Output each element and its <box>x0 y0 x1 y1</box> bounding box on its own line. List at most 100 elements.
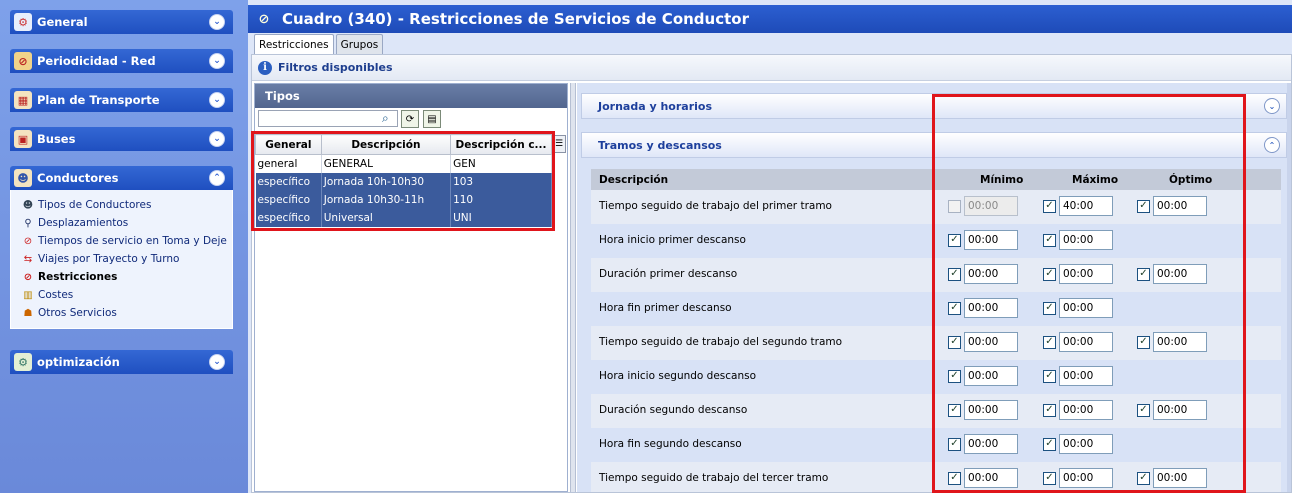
chevron-down-icon[interactable]: ⌄ <box>209 354 225 370</box>
min-time-input[interactable]: 00:00 <box>964 332 1018 352</box>
opt-checkbox[interactable]: ✓ <box>1137 403 1150 417</box>
nav-costes[interactable]: ▥ Costes <box>21 286 232 304</box>
driver-icon: ☻ <box>14 169 32 187</box>
max-cell: ✓ 00:00 <box>1043 468 1113 488</box>
min-cell: ✓ 00:00 <box>948 366 1018 386</box>
panel-conductores[interactable]: ☻ Conductores ⌃ ☻ Tipos de Conductores ⚲… <box>10 166 233 329</box>
min-checkbox[interactable]: ✓ <box>948 233 961 247</box>
min-checkbox[interactable] <box>948 199 961 213</box>
min-checkbox[interactable]: ✓ <box>948 403 961 417</box>
min-time-input[interactable]: 00:00 <box>964 434 1018 454</box>
chevron-up-icon[interactable]: ⌃ <box>1264 137 1280 153</box>
panel-general[interactable]: ⚙ General ⌄ <box>10 10 233 34</box>
max-checkbox[interactable]: ✓ <box>1043 199 1056 213</box>
max-time-input[interactable]: 00:00 <box>1059 264 1113 284</box>
section-tramos[interactable]: Tramos y descansos ⌃ <box>581 132 1287 158</box>
panel-header-plan[interactable]: ▦ Plan de Transporte ⌄ <box>10 88 233 112</box>
max-time-input[interactable]: 00:00 <box>1059 400 1113 420</box>
panel-header-conductores[interactable]: ☻ Conductores ⌃ <box>10 166 233 190</box>
min-checkbox[interactable]: ✓ <box>948 267 961 281</box>
opt-time-input[interactable]: 00:00 <box>1153 468 1207 488</box>
panel-buses[interactable]: ▣ Buses ⌄ <box>10 127 233 151</box>
tab-restricciones[interactable]: Restricciones <box>254 34 334 55</box>
max-checkbox[interactable]: ✓ <box>1043 369 1056 383</box>
splitter-handle[interactable] <box>570 83 576 492</box>
max-time-input[interactable]: 40:00 <box>1059 196 1113 216</box>
column-chooser-icon[interactable]: ☰ <box>552 135 566 153</box>
min-time-input[interactable]: 00:00 <box>964 400 1018 420</box>
panel-header-optimizacion[interactable]: ⚙ optimización ⌄ <box>10 350 233 374</box>
min-time-input[interactable]: 00:00 <box>964 230 1018 250</box>
panel-header-buses[interactable]: ▣ Buses ⌄ <box>10 127 233 151</box>
chevron-up-icon[interactable]: ⌃ <box>209 170 225 186</box>
opt-cell: ✓ 00:00 <box>1137 196 1207 216</box>
min-checkbox[interactable]: ✓ <box>948 301 961 315</box>
group-icon: ☗ <box>23 307 33 319</box>
filters-bar[interactable]: i Filtros disponibles <box>252 55 1291 81</box>
panel-header-general[interactable]: ⚙ General ⌄ <box>10 10 233 34</box>
walking-icon: ⚲ <box>24 217 32 229</box>
max-checkbox[interactable]: ✓ <box>1043 403 1056 417</box>
nav-desplazamientos[interactable]: ⚲ Desplazamientos <box>21 214 232 232</box>
max-time-input[interactable]: 00:00 <box>1059 298 1113 318</box>
table-row[interactable]: específico Universal UNI <box>255 208 552 227</box>
section-jornada[interactable]: Jornada y horarios ⌄ <box>581 93 1287 119</box>
filter-icon[interactable]: ⌕ <box>382 111 389 126</box>
max-checkbox[interactable]: ✓ <box>1043 471 1056 485</box>
chevron-down-icon[interactable]: ⌄ <box>1264 98 1280 114</box>
restriction-icon: ⊘ <box>23 271 33 283</box>
nav-tipos-conductores[interactable]: ☻ Tipos de Conductores <box>21 196 232 214</box>
chevron-down-icon[interactable]: ⌄ <box>209 131 225 147</box>
panel-header-periodicidad[interactable]: ⊘ Periodicidad - Red ⌄ <box>10 49 233 73</box>
min-checkbox[interactable]: ✓ <box>948 335 961 349</box>
min-checkbox[interactable]: ✓ <box>948 369 961 383</box>
refresh-icon[interactable]: ⟳ <box>401 110 419 128</box>
min-time-input[interactable]: 00:00 <box>964 298 1018 318</box>
opt-checkbox[interactable]: ✓ <box>1137 471 1150 485</box>
chevron-down-icon[interactable]: ⌄ <box>209 14 225 30</box>
table-row[interactable]: específico Jornada 10h-10h30 103 <box>255 172 552 191</box>
tab-grupos[interactable]: Grupos <box>335 34 384 54</box>
min-time-input[interactable]: 00:00 <box>964 468 1018 488</box>
opt-time-input[interactable]: 00:00 <box>1153 264 1207 284</box>
max-checkbox[interactable]: ✓ <box>1043 437 1056 451</box>
window-title-bar: ⊘ Cuadro (340) - Restricciones de Servic… <box>248 5 1292 33</box>
max-time-input[interactable]: 00:00 <box>1059 366 1113 386</box>
nav-tiempos-servicio[interactable]: ⊘ Tiempos de servicio en Toma y Deje <box>21 232 232 250</box>
min-time-input[interactable]: 00:00 <box>964 264 1018 284</box>
opt-checkbox[interactable]: ✓ <box>1137 335 1150 349</box>
opt-checkbox[interactable]: ✓ <box>1137 199 1150 213</box>
chevron-down-icon[interactable]: ⌄ <box>209 53 225 69</box>
nav-restricciones[interactable]: ⊘ Restricciones <box>21 268 232 286</box>
max-checkbox[interactable]: ✓ <box>1043 267 1056 281</box>
min-time-input[interactable]: 00:00 <box>964 196 1018 216</box>
nav-otros-servicios[interactable]: ☗ Otros Servicios <box>21 304 232 322</box>
max-time-input[interactable]: 00:00 <box>1059 332 1113 352</box>
tipos-search-input[interactable] <box>258 110 398 127</box>
opt-time-input[interactable]: 00:00 <box>1153 400 1207 420</box>
table-row[interactable]: general GENERAL GEN <box>255 154 552 173</box>
max-time-input[interactable]: 00:00 <box>1059 468 1113 488</box>
col-descripcion-corta[interactable]: Descripción c... <box>450 134 552 155</box>
max-checkbox[interactable]: ✓ <box>1043 233 1056 247</box>
max-time-input[interactable]: 00:00 <box>1059 434 1113 454</box>
min-checkbox[interactable]: ✓ <box>948 471 961 485</box>
nav-viajes-trayecto[interactable]: ⇆ Viajes por Trayecto y Turno <box>21 250 232 268</box>
min-checkbox[interactable]: ✓ <box>948 437 961 451</box>
panel-periodicidad[interactable]: ⊘ Periodicidad - Red ⌄ <box>10 49 233 73</box>
opt-time-input[interactable]: 00:00 <box>1153 332 1207 352</box>
chevron-down-icon[interactable]: ⌄ <box>209 92 225 108</box>
col-descripcion[interactable]: Descripción <box>320 134 452 155</box>
max-time-input[interactable]: 00:00 <box>1059 230 1113 250</box>
opt-time-input[interactable]: 00:00 <box>1153 196 1207 216</box>
max-checkbox[interactable]: ✓ <box>1043 301 1056 315</box>
panel-optimizacion[interactable]: ⚙ optimización ⌄ <box>10 350 233 374</box>
max-checkbox[interactable]: ✓ <box>1043 335 1056 349</box>
col-general[interactable]: General <box>255 134 322 155</box>
vertical-scrollbar[interactable] <box>1287 83 1291 492</box>
opt-checkbox[interactable]: ✓ <box>1137 267 1150 281</box>
min-time-input[interactable]: 00:00 <box>964 366 1018 386</box>
panel-plan-transporte[interactable]: ▦ Plan de Transporte ⌄ <box>10 88 233 112</box>
table-row[interactable]: específico Jornada 10h30-11h 110 <box>255 190 552 209</box>
export-excel-icon[interactable]: ▤ <box>423 110 441 128</box>
